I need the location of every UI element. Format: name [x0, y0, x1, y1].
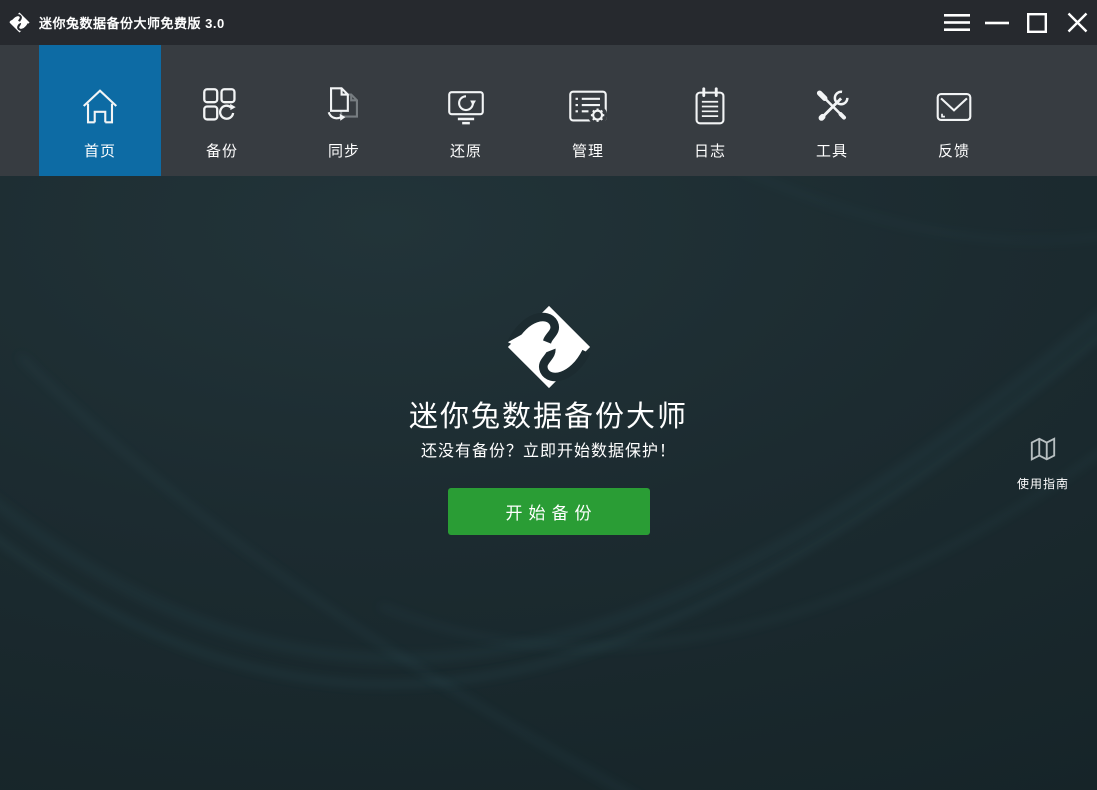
minimize-icon	[985, 21, 1009, 25]
tab-label: 同步	[328, 140, 360, 161]
tab-tools[interactable]: 工具	[771, 45, 893, 176]
home-icon	[76, 83, 124, 131]
log-icon	[686, 83, 734, 131]
tab-label: 备份	[206, 140, 238, 161]
restore-icon	[442, 83, 490, 131]
user-guide-link[interactable]: 使用指南	[1004, 436, 1082, 492]
tab-label: 工具	[816, 140, 848, 161]
maximize-button[interactable]	[1017, 0, 1057, 45]
tab-label: 反馈	[938, 140, 970, 161]
menu-button[interactable]	[937, 0, 977, 45]
tab-manage[interactable]: 管理	[527, 45, 649, 176]
app-logo-icon	[506, 304, 592, 395]
titlebar: 迷你兔数据备份大师免费版 3.0	[0, 0, 1097, 45]
map-icon	[1028, 436, 1058, 464]
hero-section: 迷你兔数据备份大师 还没有备份？立即开始数据保护！ 开始备份	[0, 304, 1097, 535]
app-title: 迷你兔数据备份大师	[0, 401, 1097, 433]
tab-backup[interactable]: 备份	[161, 45, 283, 176]
sync-icon	[320, 83, 368, 131]
start-backup-button[interactable]: 开始备份	[448, 488, 650, 535]
hero-subtitle: 还没有备份？立即开始数据保护！	[0, 441, 1097, 462]
backup-icon	[198, 83, 246, 131]
menu-icon	[944, 14, 970, 32]
window-title: 迷你兔数据备份大师免费版 3.0	[39, 13, 225, 32]
feedback-icon	[930, 83, 978, 131]
tab-label: 还原	[450, 140, 482, 161]
tab-label: 日志	[694, 140, 726, 161]
tab-label: 首页	[84, 140, 116, 161]
tab-feedback[interactable]: 反馈	[893, 45, 1015, 176]
maximize-icon	[1027, 13, 1047, 33]
main-content: 迷你兔数据备份大师 还没有备份？立即开始数据保护！ 开始备份 使用指南	[0, 176, 1097, 790]
titlebar-logo-icon	[9, 12, 30, 33]
close-icon	[1067, 12, 1088, 33]
tab-home[interactable]: 首页	[39, 45, 161, 176]
close-button[interactable]	[1057, 0, 1097, 45]
window-controls	[937, 0, 1097, 45]
user-guide-label: 使用指南	[1004, 475, 1082, 492]
tab-label: 管理	[572, 140, 604, 161]
tab-log[interactable]: 日志	[649, 45, 771, 176]
tab-restore[interactable]: 还原	[405, 45, 527, 176]
main-navigation: 首页 备份	[0, 45, 1097, 176]
manage-icon	[564, 83, 612, 131]
tools-icon	[808, 83, 856, 131]
tab-sync[interactable]: 同步	[283, 45, 405, 176]
minimize-button[interactable]	[977, 0, 1017, 45]
